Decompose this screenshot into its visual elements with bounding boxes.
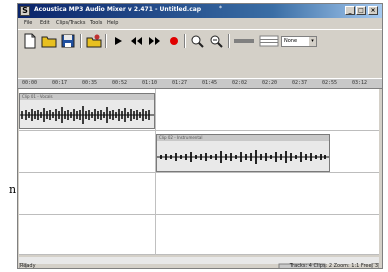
- status-info: Tracks: 4 Clips: 2 Zoom: 1:1 Free: 3: [289, 263, 378, 269]
- waveform: [20, 106, 154, 124]
- grid-view-icon[interactable]: [259, 33, 279, 49]
- timeline-ruler[interactable]: 00:00 00:17 00:35 00:52 01:10 01:27 01:4…: [18, 78, 382, 89]
- import-audio-icon[interactable]: [86, 33, 102, 49]
- ruler-label: 00:00: [22, 80, 38, 86]
- zoom-select[interactable]: None ▾: [281, 36, 317, 47]
- track-lane-3[interactable]: [19, 173, 379, 215]
- menu-clips-tracks[interactable]: Clips/Tracks: [56, 20, 85, 26]
- toolbar-separator: [228, 34, 230, 48]
- ruler-label: 00:52: [112, 80, 128, 86]
- ruler-label: 01:45: [202, 80, 218, 86]
- waveform: [157, 150, 329, 164]
- zoom-out-icon[interactable]: [208, 33, 224, 49]
- track-area[interactable]: Clip 01 - Vocals Clip 02 - Instrumental: [19, 89, 379, 255]
- new-file-icon[interactable]: [22, 33, 38, 49]
- save-icon[interactable]: [60, 33, 76, 49]
- chevron-down-icon[interactable]: ▾: [309, 37, 316, 46]
- playhead-marker[interactable]: [155, 89, 156, 255]
- audio-clip-2[interactable]: Clip 02 - Instrumental: [156, 134, 330, 172]
- app-window: S Acoustica MP3 Audio Mixer v 2.471 - Un…: [17, 3, 383, 269]
- menu-edit[interactable]: Edit: [40, 20, 50, 26]
- window-title: Acoustica MP3 Audio Mixer v 2.471 - Unti…: [34, 6, 202, 13]
- toolbar-separator: [80, 34, 82, 48]
- ruler-label: 02:02: [232, 80, 248, 86]
- status-bar: Ready Tracks: 4 Clips: 2 Zoom: 1:1 Free:…: [18, 263, 382, 269]
- title-bar[interactable]: S Acoustica MP3 Audio Mixer v 2.471 - Un…: [18, 4, 382, 18]
- rewind-icon[interactable]: [128, 33, 144, 49]
- play-icon[interactable]: [110, 33, 126, 49]
- fast-forward-icon[interactable]: [147, 33, 163, 49]
- track-lane-4[interactable]: [19, 215, 379, 255]
- ruler-label: 00:35: [82, 80, 98, 86]
- zoom-value: None: [284, 38, 298, 44]
- ruler-label: 02:20: [262, 80, 278, 86]
- title-indicator: *: [219, 5, 222, 12]
- ruler-label: 01:27: [172, 80, 188, 86]
- menu-file[interactable]: File: [24, 20, 32, 26]
- outside-text: n: [9, 183, 17, 196]
- app-icon[interactable]: S: [20, 6, 30, 16]
- clip-title: Clip 02 - Instrumental: [157, 135, 329, 141]
- close-button[interactable]: ×: [368, 6, 378, 15]
- ruler-label: 00:17: [52, 80, 68, 86]
- toolbar-separator: [184, 34, 186, 48]
- menu-tools[interactable]: Tools: [90, 20, 102, 26]
- maximize-button[interactable]: □: [356, 6, 366, 15]
- toolbar-separator: [105, 34, 107, 48]
- clip-title: Clip 01 - Vocals: [20, 94, 154, 100]
- menu-bar: File Edit Clips/Tracks Tools Help: [18, 18, 382, 28]
- record-icon[interactable]: [166, 33, 182, 49]
- minimize-button[interactable]: _: [345, 6, 355, 15]
- open-folder-icon[interactable]: [41, 33, 57, 49]
- ruler-label: 02:37: [292, 80, 308, 86]
- toolbar: None ▾: [18, 29, 382, 52]
- zoom-in-icon[interactable]: [189, 33, 205, 49]
- ruler-label: 03:12: [352, 80, 368, 86]
- audio-clip-1[interactable]: Clip 01 - Vocals: [19, 93, 155, 129]
- ruler-label: 02:55: [322, 80, 338, 86]
- ruler-label: 01:10: [142, 80, 158, 86]
- waveform-view-icon[interactable]: [233, 33, 255, 49]
- menu-help[interactable]: Help: [107, 20, 118, 26]
- status-text: Ready: [20, 263, 36, 269]
